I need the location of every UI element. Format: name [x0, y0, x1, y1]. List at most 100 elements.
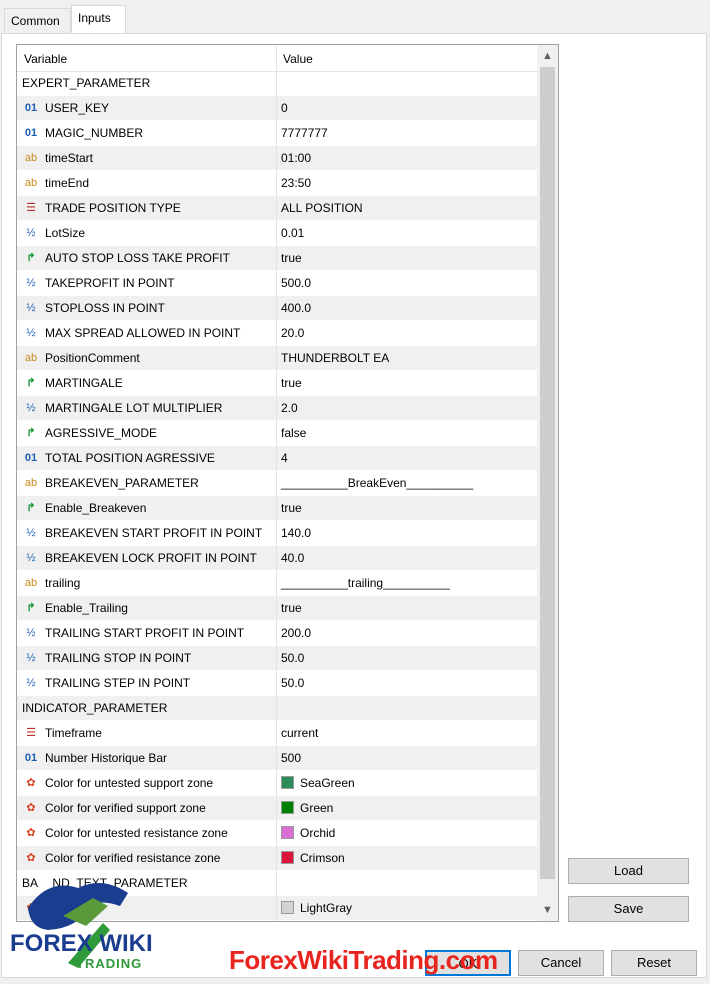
param-row[interactable]: ab timeStart 01:00: [17, 146, 537, 171]
param-value-cell[interactable]: [281, 871, 533, 895]
scrollbar-thumb[interactable]: [540, 67, 555, 879]
param-row[interactable]: ☰ Timeframe current: [17, 721, 537, 746]
param-row[interactable]: ½ BREAKEVEN START PROFIT IN POINT 140.0: [17, 521, 537, 546]
param-row[interactable]: ½ BREAKEVEN LOCK PROFIT IN POINT 40.0: [17, 546, 537, 571]
cell-divider: [276, 571, 277, 596]
param-value-cell[interactable]: 500.0: [281, 271, 533, 295]
param-name-cell: ½ STOPLOSS IN POINT: [17, 296, 276, 320]
param-value-cell[interactable]: 7777777: [281, 121, 533, 145]
param-value-cell[interactable]: true: [281, 371, 533, 395]
cell-divider: [276, 846, 277, 871]
param-value-cell[interactable]: 40.0: [281, 546, 533, 570]
param-row[interactable]: 01 USER_KEY 0: [17, 96, 537, 121]
reset-button[interactable]: Reset: [611, 950, 697, 976]
param-value-cell[interactable]: SeaGreen: [281, 771, 533, 795]
param-row[interactable]: INDICATOR_PARAMETER: [17, 696, 537, 721]
param-row[interactable]: ½ LotSize 0.01: [17, 221, 537, 246]
column-header-variable[interactable]: Variable: [24, 45, 67, 71]
param-name-cell: ☰ Timeframe: [17, 721, 276, 745]
param-value-cell[interactable]: 500: [281, 746, 533, 770]
param-row[interactable]: ↱ Enable_Trailing true: [17, 596, 537, 621]
param-value-cell[interactable]: 4: [281, 446, 533, 470]
param-row[interactable]: ½ STOPLOSS IN POINT 400.0: [17, 296, 537, 321]
cell-divider: [276, 96, 277, 121]
cell-divider: [276, 321, 277, 346]
param-value-cell[interactable]: Green: [281, 796, 533, 820]
param-value-cell[interactable]: true: [281, 246, 533, 270]
param-value-cell[interactable]: true: [281, 496, 533, 520]
param-row[interactable]: ↱ AGRESSIVE_MODE false: [17, 421, 537, 446]
save-button[interactable]: Save: [568, 896, 689, 922]
param-row[interactable]: ab PositionComment THUNDERBOLT EA: [17, 346, 537, 371]
param-value-cell[interactable]: 400.0: [281, 296, 533, 320]
scroll-down-arrow-icon[interactable]: ▼: [537, 901, 558, 919]
param-name-cell: 01 TOTAL POSITION AGRESSIVE: [17, 446, 276, 470]
param-value-cell[interactable]: [281, 71, 533, 95]
cell-divider: [276, 421, 277, 446]
cancel-button[interactable]: Cancel: [518, 950, 604, 976]
param-row[interactable]: ½ MARTINGALE LOT MULTIPLIER 2.0: [17, 396, 537, 421]
param-value-cell[interactable]: THUNDERBOLT EA: [281, 346, 533, 370]
cell-divider: [276, 646, 277, 671]
param-row[interactable]: ab trailing __________trailing__________: [17, 571, 537, 596]
vertical-scrollbar[interactable]: ▲ ▼: [537, 45, 558, 921]
param-name-cell: ½ TRAILING STEP IN POINT: [17, 671, 276, 695]
param-row[interactable]: ☰ TRADE POSITION TYPE ALL POSITION: [17, 196, 537, 221]
param-row[interactable]: ✿ Color for verified support zone Green: [17, 796, 537, 821]
param-row[interactable]: ↱ AUTO STOP LOSS TAKE PROFIT true: [17, 246, 537, 271]
column-header-value[interactable]: Value: [283, 45, 313, 71]
param-row[interactable]: ↱ Enable_Breakeven true: [17, 496, 537, 521]
tab-inputs[interactable]: Inputs: [71, 5, 126, 35]
param-value-cell[interactable]: Orchid: [281, 821, 533, 845]
param-value-cell[interactable]: Crimson: [281, 846, 533, 870]
param-value-cell[interactable]: false: [281, 421, 533, 445]
param-value-cell[interactable]: 200.0: [281, 621, 533, 645]
param-row[interactable]: ½ TAKEPROFIT IN POINT 500.0: [17, 271, 537, 296]
param-row[interactable]: ab timeEnd 23:50: [17, 171, 537, 196]
param-row[interactable]: ↱ MARTINGALE true: [17, 371, 537, 396]
param-value-cell[interactable]: __________trailing__________: [281, 571, 533, 595]
color-swatch: [281, 901, 294, 914]
color-type-icon: ✿: [26, 802, 36, 814]
integer-type-icon: 01: [24, 752, 38, 764]
param-name: TRAILING STEP IN POINT: [45, 676, 191, 690]
tab-common[interactable]: Common: [4, 8, 71, 32]
scroll-up-arrow-icon[interactable]: ▲: [537, 47, 558, 65]
param-name: Timeframe: [45, 726, 102, 740]
param-row[interactable]: ab BREAKEVEN_PARAMETER __________BreakEven…: [17, 471, 537, 496]
cell-divider: [276, 221, 277, 246]
param-row[interactable]: ½ TRAILING STEP IN POINT 50.0: [17, 671, 537, 696]
param-value-cell[interactable]: 140.0: [281, 521, 533, 545]
param-value-cell[interactable]: 0.01: [281, 221, 533, 245]
double-type-icon: ½: [26, 402, 36, 414]
param-row[interactable]: EXPERT_PARAMETER: [17, 71, 537, 96]
param-row[interactable]: ✿ Color for untested resistance zone Orchi…: [17, 821, 537, 846]
param-value-cell[interactable]: 50.0: [281, 671, 533, 695]
cell-divider: [276, 121, 277, 146]
param-value-cell[interactable]: current: [281, 721, 533, 745]
param-value-cell[interactable]: 20.0: [281, 321, 533, 345]
double-type-icon: ½: [26, 677, 36, 689]
param-row[interactable]: ✿ Color for untested support zone SeaGreen: [17, 771, 537, 796]
param-value-cell[interactable]: 50.0: [281, 646, 533, 670]
param-row[interactable]: ½ MAX SPREAD ALLOWED IN POINT 20.0: [17, 321, 537, 346]
param-row[interactable]: 01 Number Historique Bar 500: [17, 746, 537, 771]
param-value-cell[interactable]: LightGray: [281, 896, 533, 920]
param-value-cell[interactable]: 2.0: [281, 396, 533, 420]
param-row[interactable]: ½ TRAILING START PROFIT IN POINT 200.0: [17, 621, 537, 646]
load-button[interactable]: Load: [568, 858, 689, 884]
param-value-cell[interactable]: 01:00: [281, 146, 533, 170]
param-row[interactable]: 01 TOTAL POSITION AGRESSIVE 4: [17, 446, 537, 471]
param-value: true: [281, 601, 302, 615]
param-value-cell[interactable]: [281, 696, 533, 720]
param-name-cell: ↱ MARTINGALE: [17, 371, 276, 395]
param-value-cell[interactable]: 0: [281, 96, 533, 120]
string-type-icon: ab: [24, 577, 38, 589]
param-value-cell[interactable]: ALL POSITION: [281, 196, 533, 220]
param-value-cell[interactable]: 23:50: [281, 171, 533, 195]
param-value-cell[interactable]: true: [281, 596, 533, 620]
param-row[interactable]: ½ TRAILING STOP IN POINT 50.0: [17, 646, 537, 671]
column-divider[interactable]: [276, 45, 277, 71]
param-row[interactable]: 01 MAGIC_NUMBER 7777777: [17, 121, 537, 146]
param-value-cell[interactable]: __________BreakEven__________: [281, 471, 533, 495]
